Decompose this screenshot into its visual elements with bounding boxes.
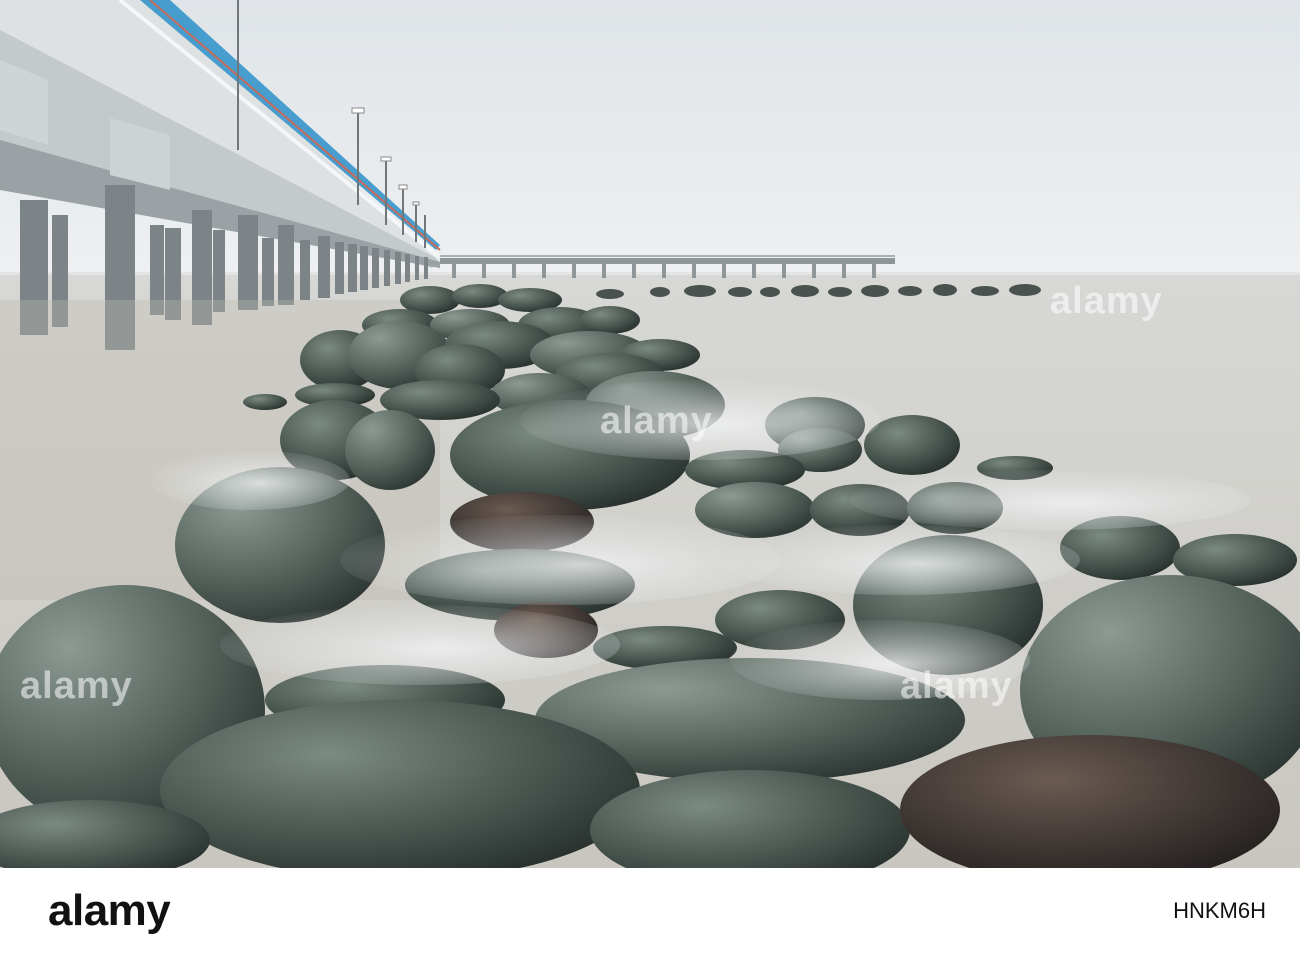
watermark-text: alamy [20, 665, 133, 707]
watermark-text: alamy [900, 665, 1013, 707]
image-id: HNKM6H [1173, 898, 1266, 923]
watermark-text: alamy [1050, 280, 1163, 322]
photo: alamy alamy alamy alamy [0, 0, 1300, 868]
brand-logo[interactable]: alamy [48, 886, 171, 936]
footer-bar: alamy HNKM6H [0, 868, 1300, 956]
watermark-text: alamy [600, 400, 713, 442]
